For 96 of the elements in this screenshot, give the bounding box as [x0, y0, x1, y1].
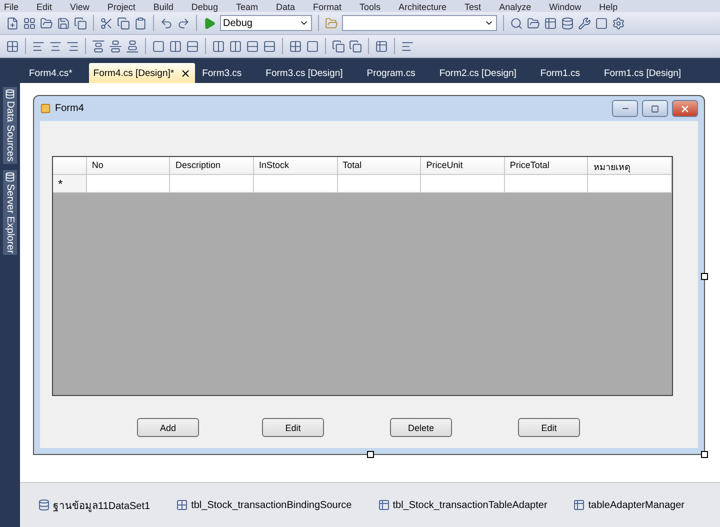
document-tab[interactable]: Form4.cs*	[22, 63, 80, 83]
menu-item[interactable]: Data	[276, 2, 295, 12]
menu-item[interactable]: Build	[153, 2, 174, 12]
form-window[interactable]: Form4 No Description InStock Total PriceUnit PriceTotal หมายเหตุ * Add Edit Delete Edit	[33, 95, 705, 455]
menu-item[interactable]: Architecture	[398, 2, 447, 12]
document-tab[interactable]: Form2.cs [Design]	[432, 63, 524, 83]
align-center-icon[interactable]	[49, 40, 62, 52]
square-icon[interactable]	[306, 40, 319, 52]
document-tab[interactable]: Form3.cs	[195, 63, 249, 83]
align-left-icon[interactable]	[32, 40, 45, 52]
grid-cell[interactable]	[86, 175, 170, 193]
column-header[interactable]: InStock	[254, 157, 338, 175]
settings-icon[interactable]	[612, 16, 625, 30]
layers-icon[interactable]	[349, 40, 362, 52]
close-icon[interactable]	[180, 68, 192, 78]
align-bottom-icon[interactable]	[126, 40, 139, 52]
menu-item[interactable]: View	[70, 2, 90, 12]
maximize-button[interactable]	[642, 100, 668, 117]
form-icon	[40, 103, 51, 114]
grid-cell[interactable]	[588, 175, 672, 193]
maximize-icon	[651, 104, 659, 112]
close-button[interactable]	[672, 100, 698, 117]
document-tab[interactable]: Program.cs	[360, 63, 422, 83]
form-button[interactable]: Edit	[518, 418, 580, 437]
new-row-marker: *	[53, 175, 87, 193]
form-button[interactable]: Add	[137, 418, 199, 437]
minimize-button[interactable]	[612, 100, 638, 117]
folder-icon[interactable]	[527, 16, 540, 30]
data-grid[interactable]: No Description InStock Total PriceUnit PriceTotal หมายเหตุ *	[52, 156, 673, 396]
menu-item[interactable]: Test	[464, 2, 482, 12]
column-header[interactable]: Total	[338, 157, 422, 175]
dataset-icon	[38, 499, 50, 511]
resize-handle[interactable]	[701, 451, 708, 458]
panel-icon	[5, 89, 15, 99]
panel-icon	[5, 172, 15, 182]
menu-item[interactable]: Analyze	[499, 2, 532, 12]
resize-handle[interactable]	[701, 273, 708, 280]
table-icon[interactable]	[544, 16, 557, 30]
new-file-icon[interactable]	[6, 16, 19, 30]
cut-icon[interactable]	[100, 16, 113, 30]
layers-icon[interactable]	[332, 40, 345, 52]
grid-cell[interactable]	[338, 175, 422, 193]
column-header[interactable]: หมายเหตุ	[588, 157, 672, 175]
document-tab[interactable]: Form4.cs [Design]*	[89, 63, 196, 83]
align-middle-icon[interactable]	[109, 40, 122, 52]
menu-item[interactable]: Edit	[36, 2, 52, 12]
tray-component[interactable]: tbl_Stock_transactionTableAdapter	[392, 500, 548, 510]
tray-component[interactable]: tableAdapterManager	[588, 500, 684, 510]
save-icon[interactable]	[57, 16, 70, 30]
columns-icon[interactable]	[169, 40, 182, 52]
database-icon[interactable]	[561, 16, 574, 30]
grid-icon[interactable]	[289, 40, 302, 52]
align-right-icon[interactable]	[66, 40, 79, 52]
grid-icon[interactable]	[6, 40, 19, 52]
folder-icon[interactable]	[40, 16, 53, 30]
align-top-icon[interactable]	[92, 40, 105, 52]
column-header[interactable]: PriceUnit	[421, 157, 505, 175]
grid-cell[interactable]	[170, 175, 254, 193]
tray-component[interactable]: tbl_Stock_transactionBindingSource	[191, 500, 352, 510]
form-button[interactable]: Edit	[262, 418, 324, 437]
menu-item[interactable]: Team	[236, 2, 258, 12]
tools-icon[interactable]	[578, 16, 591, 30]
search-icon[interactable]	[510, 16, 523, 30]
rows-icon[interactable]	[186, 40, 199, 52]
document-tab[interactable]: Form1.cs	[533, 63, 587, 83]
row-header-corner	[53, 157, 87, 175]
menu-item[interactable]: File	[4, 2, 19, 12]
menu-item[interactable]: Format	[312, 2, 342, 12]
grid-icon[interactable]	[23, 16, 36, 30]
menu-item[interactable]: Project	[107, 2, 136, 12]
copy-icon[interactable]	[117, 16, 130, 30]
start-icon[interactable]	[203, 16, 216, 30]
document-tab[interactable]: Form1.cs [Design]	[597, 63, 688, 83]
menu-item[interactable]: Help	[599, 2, 618, 12]
form-title: Form4	[55, 103, 85, 114]
menu-item[interactable]: Window	[549, 2, 582, 12]
redo-icon[interactable]	[177, 16, 190, 30]
grid-cell[interactable]	[254, 175, 338, 193]
search-combo[interactable]	[342, 15, 497, 31]
menu-item[interactable]: Tools	[360, 2, 381, 12]
grid-cell[interactable]	[421, 175, 505, 193]
column-header[interactable]: Description	[170, 157, 254, 175]
configuration-dropdown[interactable]: Debug	[220, 15, 312, 31]
menu-item[interactable]: Debug	[191, 2, 218, 12]
list-icon[interactable]	[401, 40, 414, 52]
table-icon[interactable]	[375, 40, 388, 52]
form-button[interactable]: Delete	[390, 418, 452, 437]
grid-cell[interactable]	[504, 175, 588, 193]
tray-component[interactable]: ฐานข้อมูล11DataSet1	[53, 498, 150, 512]
paste-icon[interactable]	[134, 16, 147, 30]
resize-handle[interactable]	[367, 451, 374, 458]
document-tab[interactable]: Form3.cs [Design]	[258, 63, 350, 83]
close-icon	[680, 104, 690, 114]
column-header[interactable]: No	[86, 157, 170, 175]
undo-icon[interactable]	[160, 16, 173, 30]
column-header[interactable]: PriceTotal	[504, 157, 588, 175]
